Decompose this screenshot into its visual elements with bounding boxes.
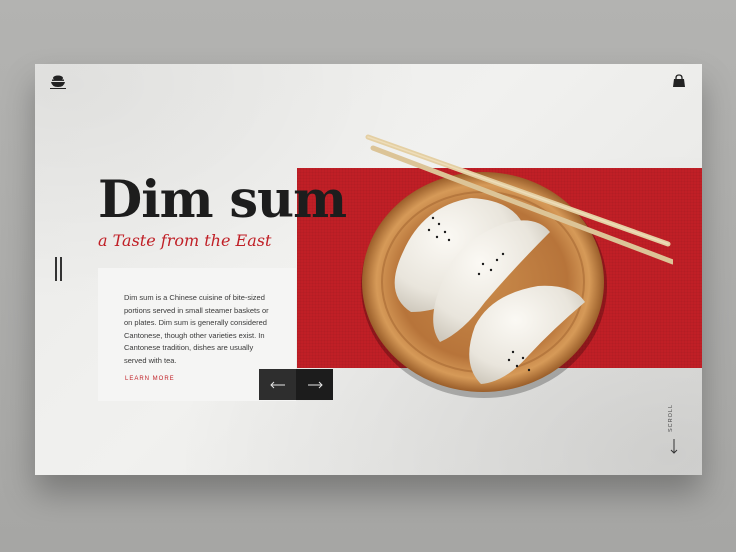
page-subtitle: a Taste from the East — [98, 231, 272, 250]
arrow-left-icon — [269, 381, 285, 388]
learn-more-link[interactable]: LEARN MORE — [125, 376, 175, 382]
description-text: Dim sum is a Chinese cuisine of bite-siz… — [124, 293, 269, 365]
next-slide-button[interactable] — [296, 369, 333, 400]
arrow-down-icon — [670, 439, 678, 454]
hero-card: Dim sum a Taste from the East Dim sum is… — [35, 64, 702, 475]
page-title: Dim sum — [98, 170, 347, 230]
steamer-bowl-icon[interactable] — [48, 73, 68, 91]
arrow-right-icon — [307, 381, 323, 388]
dumpling-plate-image — [361, 134, 673, 398]
slider-indicator[interactable] — [54, 257, 62, 281]
scroll-label: SCROLL — [668, 403, 674, 432]
shopping-bag-icon[interactable] — [672, 74, 686, 88]
previous-slide-button[interactable] — [259, 369, 296, 400]
scroll-indicator[interactable]: SCROLL — [666, 402, 686, 460]
